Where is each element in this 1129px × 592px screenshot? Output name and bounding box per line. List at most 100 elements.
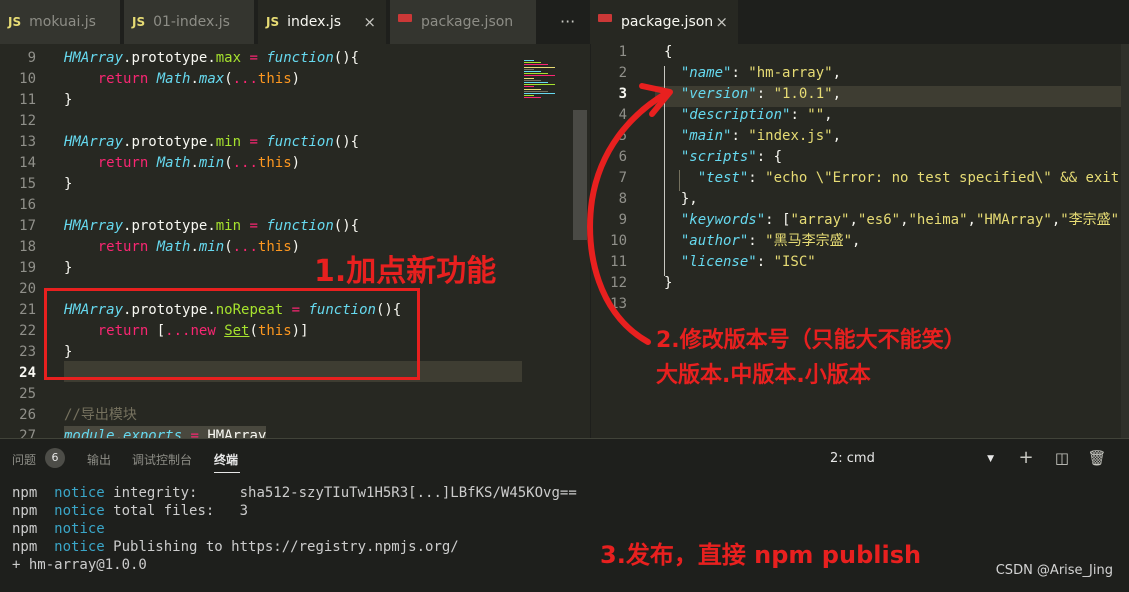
code-token: prototype [131,50,208,66]
tab-terminal[interactable]: 终端 [214,451,238,468]
code-token: ) [291,239,301,255]
left-tab-bar: JS mokuai.js JS 01-index.js JS index.js × pa… [0,0,590,44]
code-token: . [114,428,124,438]
tab-output[interactable]: 输出 [87,451,111,468]
code-token: function [266,50,334,66]
code-text: "name": "hm-array", [664,63,841,84]
close-icon[interactable]: × [715,0,728,44]
terminal-select[interactable]: 2: cmd ▼ [822,447,1000,471]
more-actions-icon[interactable]: ··· [560,0,575,44]
code-token: "scripts" [680,149,757,165]
code-token: "李宗盛" [1060,212,1120,228]
code-token: min [215,134,242,150]
code-token: max [198,71,225,87]
code-line[interactable]: 1{ [591,44,1129,63]
code-token: "author" [680,233,749,249]
code-token: return [97,239,149,255]
code-token: HMArray [64,218,124,234]
code-text: } [64,174,72,195]
code-token: ... [232,155,258,171]
chevron-down-icon: ▼ [987,454,994,464]
split-terminal-icon[interactable]: ◫ [1052,449,1072,467]
code-token: Math [156,71,191,87]
code-token: "description" [680,107,791,123]
code-token: "echo \"Error: no test specified\" && ex… [765,170,1120,186]
tab-index-js[interactable]: JS index.js × [258,0,386,44]
code-line[interactable]: 19} [0,258,590,279]
code-text: "test": "echo \"Error: no test specified… [664,168,1119,189]
new-feature-highlight-box [44,288,420,380]
tab-package-json-right[interactable]: package.json × [590,0,738,44]
tab-problems[interactable]: 问题 [12,451,36,468]
code-line[interactable]: 27 module.exports = HMArray [0,426,590,438]
code-text: "main": "index.js", [664,126,841,147]
code-line[interactable]: 15} [0,174,590,195]
code-token: "main" [680,128,732,144]
minimap-line [524,75,555,77]
code-token: , [832,65,842,81]
minimap-line [524,68,534,70]
line-number: 26 [19,407,36,423]
code-token: : [756,86,774,102]
terminal-notice: notice [54,521,105,537]
code-token: "index.js" [748,128,833,144]
code-token: } [64,176,73,192]
code-token: . [207,50,216,66]
close-icon[interactable]: × [363,0,376,44]
code-line[interactable]: 25 [0,384,590,405]
code-token: "heima" [908,212,968,228]
code-line[interactable]: 13 HMArray.prototype.min = function(){ [0,132,590,153]
code-text: } [64,258,72,279]
code-line[interactable]: 26 //导出模块 [0,405,590,426]
code-line[interactable]: 12 [0,111,590,132]
code-token: function [266,218,334,234]
code-token: "黑马李宗盛" [765,233,853,249]
code-text: } [64,90,72,111]
line-number: 9 [27,50,36,66]
code-line[interactable]: 10 return Math.max(...this) [0,69,590,90]
code-token: ... [232,239,258,255]
minimap-line [524,66,555,68]
code-token: (){ [333,50,360,66]
code-token: this [257,155,292,171]
tab-mokuai-js[interactable]: JS mokuai.js [0,0,120,44]
code-line[interactable]: 11} [0,90,590,111]
code-line[interactable]: 17 HMArray.prototype.min = function(){ [0,216,590,237]
trash-icon[interactable]: 🗑 [1087,449,1107,467]
line-number: 1 [618,44,627,60]
annotation-step3: 3.发布，直接 npm publish [600,541,922,569]
terminal-prefix: npm [12,521,46,537]
code-token: , [1051,212,1061,228]
add-terminal-icon[interactable]: + [1016,447,1036,468]
code-line[interactable]: 16 [0,195,590,216]
tab-01-index-js[interactable]: JS 01-index.js [124,0,254,44]
code-token: min [198,239,225,255]
line-number: 16 [19,197,36,213]
terminal-line: npm notice integrity: sha512-szyTIuTw1H5… [12,484,577,502]
code-token: { [664,44,673,60]
code-token: : [748,170,766,186]
minimap-line [524,86,534,88]
scrollbar-track[interactable] [1121,44,1129,438]
tab-label: 01-index.js [153,14,230,30]
code-token: ... [232,71,258,87]
minimap-line [524,77,534,79]
tab-package-json[interactable]: package.json [390,0,536,44]
code-text: return Math.min(...this) [64,237,300,258]
code-token: return [97,155,149,171]
minimap-line [524,73,548,75]
code-token: = [190,428,199,438]
code-token: , [852,233,861,249]
code-text: HMArray.prototype.min = function(){ [64,216,359,237]
line-number: 17 [19,218,36,234]
tab-debug-console[interactable]: 调试控制台 [132,451,192,468]
code-token: , [900,212,909,228]
code-line[interactable]: 14 return Math.min(...this) [0,153,590,174]
code-token: min [215,218,242,234]
minimap[interactable] [522,44,572,438]
code-line[interactable]: 9 HMArray.prototype.max = function(){ [0,48,590,69]
code-line[interactable]: 18 return Math.min(...this) [0,237,590,258]
